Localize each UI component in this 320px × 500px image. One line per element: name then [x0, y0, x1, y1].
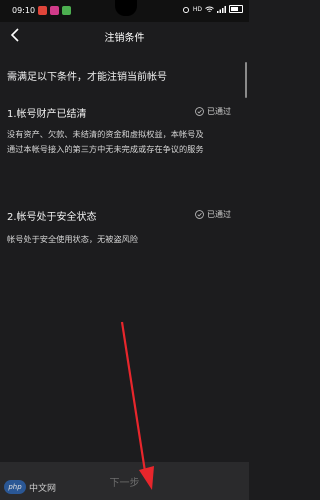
intro-text: 需满足以下条件，才能注销当前帐号: [7, 72, 167, 83]
condition-1-status: 已通过: [195, 106, 231, 117]
description-line: 帐号处于安全使用状态，无被盗风险: [7, 234, 139, 244]
camera-notch: [115, 0, 137, 16]
notification-icon-red: [38, 6, 47, 15]
page-title: 注销条件: [104, 33, 145, 44]
watermark-text: 中文网: [29, 483, 57, 494]
watermark: php 中文网: [4, 480, 56, 494]
notification-icon-green: [62, 6, 71, 15]
watermark-logo: php: [4, 480, 26, 494]
status-label: 已通过: [207, 107, 231, 116]
signal-icon: [217, 5, 226, 13]
battery-icon: [229, 5, 243, 13]
status-icons: HD: [182, 5, 243, 13]
check-circle-icon: [195, 107, 204, 116]
status-time: 09:10: [12, 6, 36, 15]
description-line: 没有资产、欠款、未结清的资金和虚拟权益，本帐号及: [7, 129, 204, 139]
condition-1-description: 没有资产、欠款、未结清的资金和虚拟权益，本帐号及 通过本帐号接入的第三方中无未完…: [7, 127, 237, 157]
scrollbar-thumb[interactable]: [245, 62, 247, 98]
wifi-icon: [205, 6, 214, 12]
status-label: 已通过: [207, 210, 231, 219]
alarm-icon: [182, 6, 189, 13]
condition-2-status: 已通过: [195, 209, 231, 220]
condition-1-title: 1.帐号财产已结清: [7, 109, 87, 120]
notification-icon-pink: [50, 6, 59, 15]
condition-2-title: 2.帐号处于安全状态: [7, 212, 97, 223]
check-circle-icon: [195, 210, 204, 219]
description-line: 通过本帐号接入的第三方中无未完成或存在争议的服务: [7, 144, 204, 154]
network-label: HD: [192, 5, 202, 13]
nav-header: 注销条件: [0, 22, 249, 50]
status-bar: 09:10 HD: [0, 0, 249, 22]
condition-2-description: 帐号处于安全使用状态，无被盗风险: [7, 232, 237, 247]
